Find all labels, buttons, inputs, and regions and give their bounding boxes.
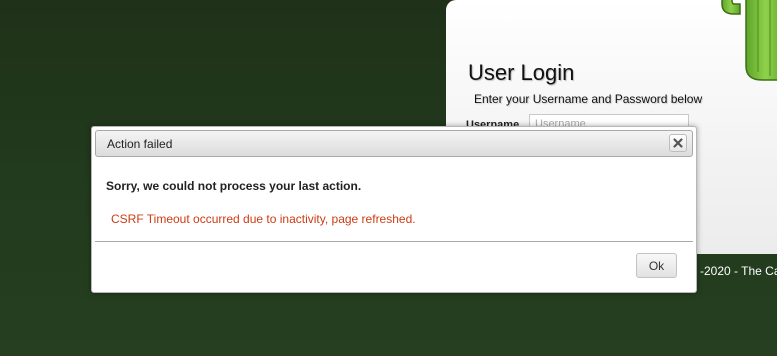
login-subtitle: Enter your Username and Password below (474, 92, 703, 106)
login-title: User Login (468, 60, 575, 85)
error-dialog: Action failed Sorry, we could not proces… (91, 126, 697, 293)
dialog-error-text: CSRF Timeout occurred due to inactivity,… (111, 212, 416, 226)
cactus-logo (716, 0, 777, 82)
dialog-close-button[interactable] (669, 134, 687, 152)
dialog-divider (95, 241, 693, 242)
dialog-titlebar[interactable]: Action failed (95, 130, 693, 157)
dialog-title: Action failed (107, 137, 173, 151)
close-icon (673, 138, 683, 148)
footer-copyright: -2020 - The Ca (700, 264, 777, 278)
ok-button[interactable]: Ok (636, 253, 677, 278)
dialog-message: Sorry, we could not process your last ac… (106, 179, 362, 193)
